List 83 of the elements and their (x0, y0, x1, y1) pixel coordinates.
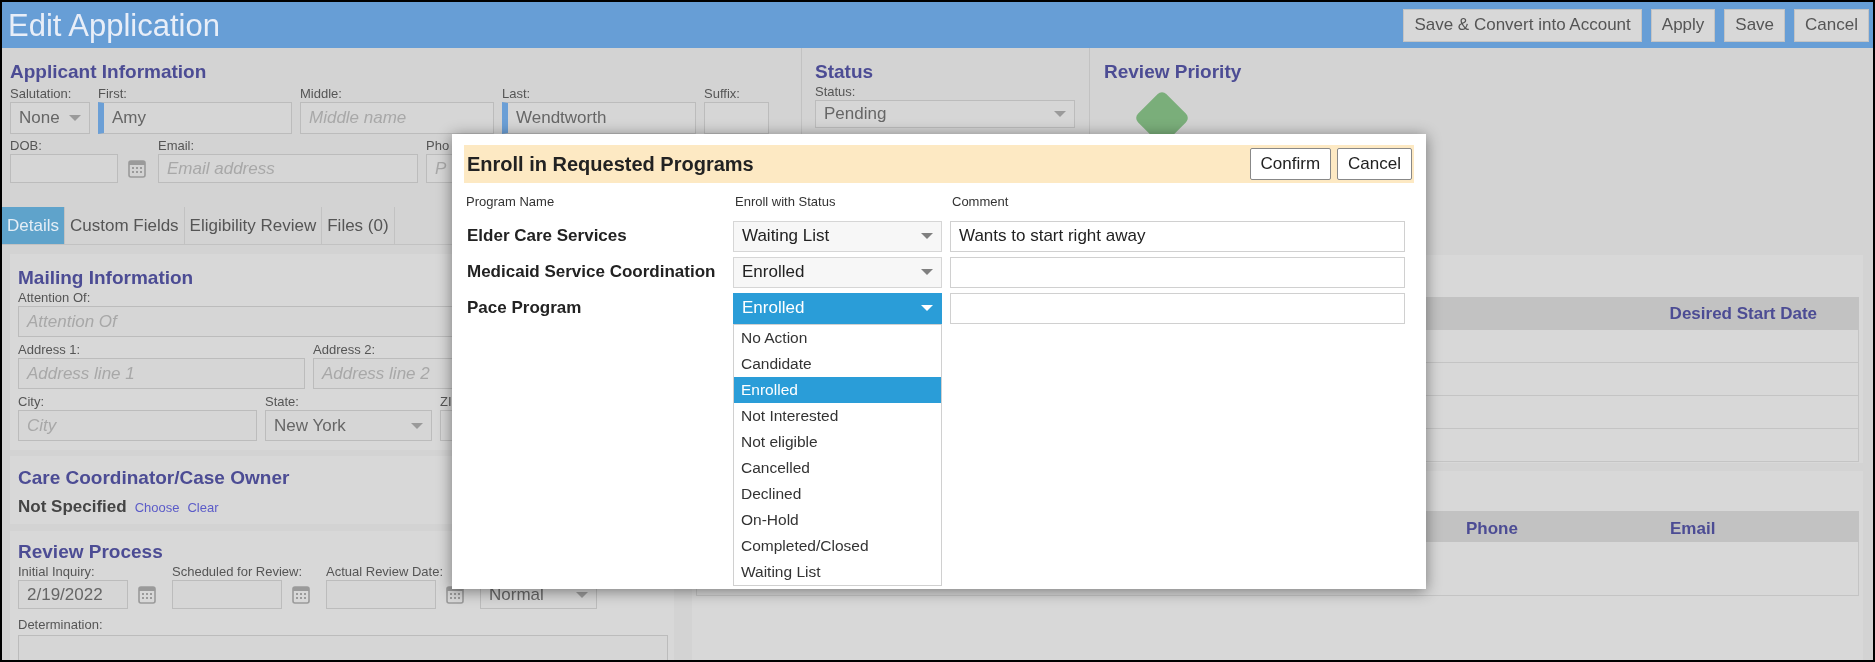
field-label: First: (98, 86, 128, 102)
dropdown-select[interactable]: Pending (815, 100, 1075, 128)
dropdown-option[interactable]: Not eligible (734, 428, 941, 455)
text-area[interactable] (18, 634, 668, 660)
toolbar-button[interactable]: Cancel (1794, 8, 1869, 42)
date-field[interactable] (172, 580, 282, 609)
column-header: Comment (951, 192, 1010, 211)
tab[interactable]: Eligibility Review (184, 207, 323, 244)
program-name: Medicaid Service Coordination (466, 261, 717, 284)
dropdown-option[interactable]: Candidate (734, 350, 941, 377)
dropdown-select[interactable]: New York (265, 410, 432, 441)
field-label: Pho (426, 138, 451, 154)
dropdown-caret-icon (921, 269, 933, 275)
tab[interactable]: Custom Fields (64, 207, 185, 244)
dropdown-caret-icon (1054, 111, 1066, 117)
section-heading: Care Coordinator/Case Owner (18, 466, 291, 490)
comment-field[interactable] (950, 256, 1405, 288)
section-heading: Review Priority (1104, 60, 1243, 84)
calendar-icon (128, 159, 146, 178)
field-label: Middle: (300, 86, 343, 102)
field-label: ZI (440, 394, 453, 410)
field-label: Address 2: (313, 342, 377, 358)
field-label: Last: (502, 86, 532, 102)
section-heading: Status (815, 60, 875, 84)
field-label: Initial Inquiry: (18, 564, 96, 580)
owner-value: Not Specified (18, 496, 127, 518)
column-header: Program Name (465, 192, 556, 211)
dropdown-option[interactable]: Completed/Closed (734, 532, 941, 559)
dialog-title: Enroll in Requested Programs (467, 152, 754, 177)
dropdown-caret-icon (69, 115, 81, 121)
column-header: Enroll with Status (734, 192, 837, 211)
calendar-icon (292, 585, 310, 604)
field-label: State: (265, 394, 300, 410)
field-label: Email: (158, 138, 196, 154)
dropdown-caret-icon (921, 305, 933, 311)
dropdown-option[interactable]: Cancelled (734, 454, 941, 481)
field-label: City: (18, 394, 45, 410)
field-label: Suffix: (704, 86, 741, 102)
tab[interactable]: Files (0) (322, 207, 395, 244)
dropdown-caret-icon (411, 422, 423, 429)
field-label: Status: (815, 84, 857, 100)
input-field[interactable]: Amy (98, 102, 292, 134)
comment-field[interactable] (950, 292, 1405, 324)
column-header: Email (1670, 518, 1716, 540)
link[interactable]: Choose (134, 498, 180, 518)
dialog-button[interactable]: Cancel (1337, 148, 1412, 180)
date-field[interactable] (326, 580, 436, 609)
date-field[interactable] (10, 154, 118, 183)
section-heading: Review Process (18, 540, 164, 564)
dialog-button[interactable]: Confirm (1249, 148, 1332, 180)
input-field[interactable]: Wendtworth (502, 102, 696, 134)
dropdown-caret-icon (921, 233, 933, 239)
field-label: Scheduled for Review: (172, 564, 304, 580)
dropdown-option[interactable]: Enrolled (734, 376, 941, 403)
column-header: Desired Start Date (1669, 302, 1817, 325)
section-heading: Mailing Information (18, 266, 194, 290)
field-label: Address 1: (18, 342, 82, 358)
dropdown-option[interactable]: On-Hold (734, 506, 941, 533)
toolbar-button[interactable]: Save (1724, 8, 1786, 42)
window-title: Edit Application (8, 9, 220, 41)
field-label: Salutation: (10, 86, 73, 102)
input-field[interactable] (704, 102, 769, 134)
section-heading: Applicant Information (10, 60, 208, 84)
link[interactable]: Clear (187, 498, 219, 518)
field-label: DOB: (10, 138, 43, 154)
toolbar-button[interactable]: Apply (1650, 8, 1716, 42)
comment-field[interactable]: Wants to start right away (950, 220, 1405, 252)
status-select[interactable]: Waiting List (733, 220, 942, 252)
dropdown-caret-icon (576, 591, 588, 598)
field-label: Determination: (18, 616, 104, 634)
dropdown-option[interactable]: Not Interested (734, 402, 941, 429)
dropdown-option[interactable]: No Action (734, 324, 941, 351)
column-header: Phone (1466, 518, 1518, 540)
dropdown-option[interactable]: Declined (734, 480, 941, 507)
date-field[interactable]: 2/19/2022 (18, 580, 128, 609)
calendar-icon (138, 585, 156, 604)
status-select[interactable]: Enrolled (733, 256, 942, 288)
toolbar-button[interactable]: Save & Convert into Account (1403, 8, 1642, 42)
program-name: Elder Care Services (466, 225, 628, 248)
dropdown-select[interactable]: None (10, 102, 90, 134)
field-label: Actual Review Date: (326, 564, 445, 580)
field-label: Attention Of: (18, 290, 92, 306)
dropdown-option[interactable]: Waiting List (734, 558, 941, 585)
